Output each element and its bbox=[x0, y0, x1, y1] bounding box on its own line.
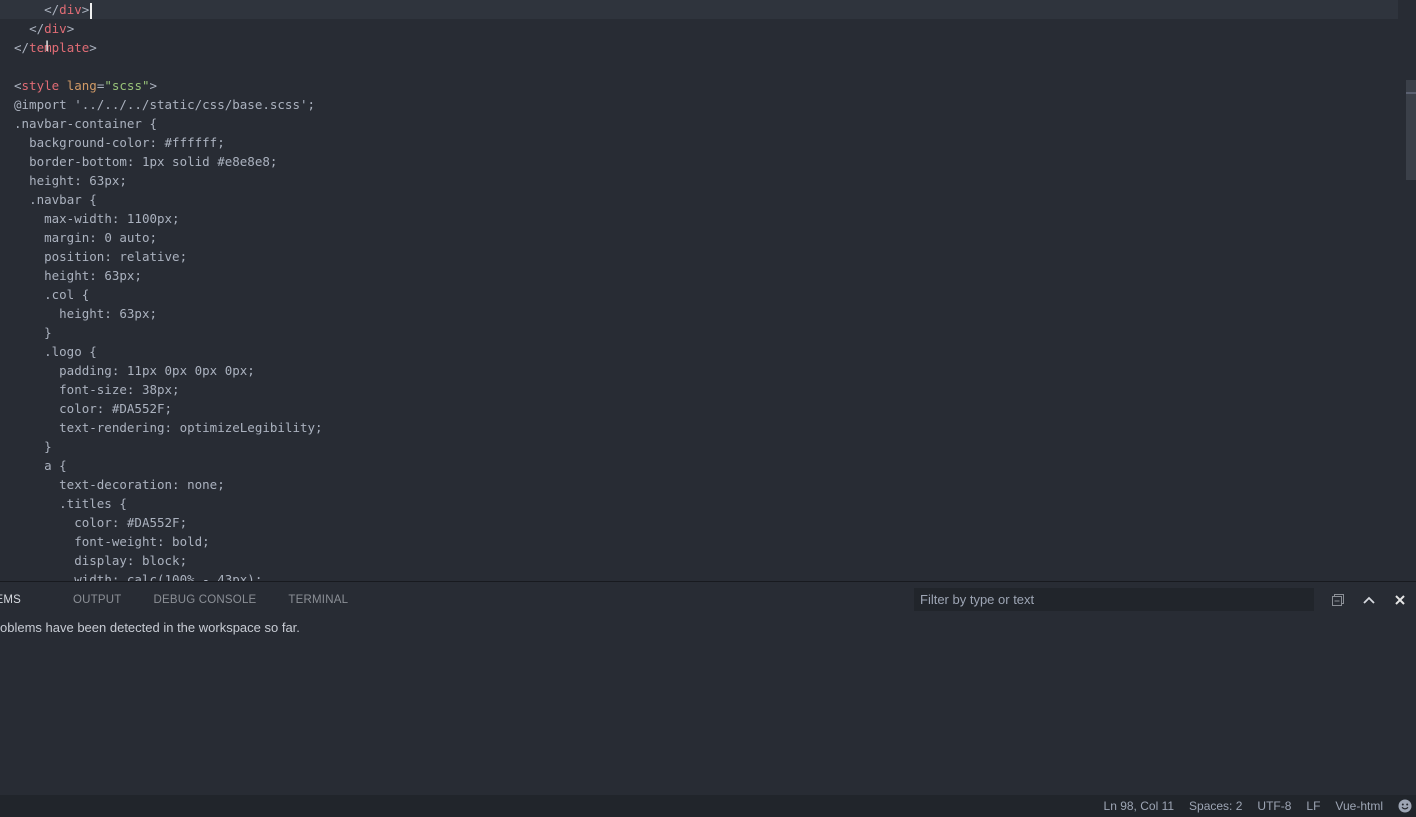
code-token: border-bottom: 1px solid #e8e8e8; bbox=[29, 154, 278, 169]
code-line[interactable] bbox=[14, 57, 1398, 76]
code-line[interactable]: .logo { bbox=[14, 342, 1398, 361]
bottom-panel: EMS OUTPUT DEBUG CONSOLE TERMINAL oblems… bbox=[0, 581, 1416, 796]
status-bar: Ln 98, Col 11 Spaces: 2 UTF-8 LF Vue-htm… bbox=[0, 795, 1416, 817]
code-token: height: 63px; bbox=[29, 173, 127, 188]
code-token: > bbox=[149, 78, 158, 93]
code-token: .navbar { bbox=[29, 192, 97, 207]
code-token: height: 63px; bbox=[59, 306, 157, 321]
code-token: </ bbox=[14, 40, 30, 55]
code-line[interactable]: width: calc(100% - 43px); bbox=[14, 570, 1398, 581]
indentation-setting[interactable]: Spaces: 2 bbox=[1189, 799, 1242, 813]
smiley-icon[interactable] bbox=[1398, 799, 1412, 813]
code-token: .logo { bbox=[44, 344, 97, 359]
code-line[interactable]: max-width: 1100px; bbox=[14, 209, 1398, 228]
code-token: text-decoration: none; bbox=[59, 477, 225, 492]
code-line[interactable]: } bbox=[14, 323, 1398, 342]
code-line[interactable]: text-decoration: none; bbox=[14, 475, 1398, 494]
code-token: margin: 0 auto; bbox=[44, 230, 157, 245]
code-token: </ bbox=[44, 2, 60, 17]
code-line[interactable]: color: #DA552F; bbox=[14, 513, 1398, 532]
code-token: height: 63px; bbox=[44, 268, 142, 283]
code-token: > bbox=[66, 21, 75, 36]
code-token: display: block; bbox=[74, 553, 188, 568]
text-caret bbox=[90, 2, 93, 19]
code-token: style bbox=[21, 78, 60, 93]
code-line[interactable]: .titles { bbox=[14, 494, 1398, 513]
code-line[interactable]: padding: 11px 0px 0px 0px; bbox=[14, 361, 1398, 380]
language-mode[interactable]: Vue-html bbox=[1335, 799, 1383, 813]
scrollbar-cursor-marker bbox=[1406, 92, 1416, 94]
code-line[interactable]: height: 63px; bbox=[14, 266, 1398, 285]
code-token: div bbox=[59, 2, 82, 17]
code-token: </ bbox=[29, 21, 45, 36]
code-line[interactable]: </div> bbox=[0, 0, 1398, 19]
code-line[interactable]: position: relative; bbox=[14, 247, 1398, 266]
code-line[interactable]: color: #DA552F; bbox=[14, 399, 1398, 418]
code-token: > bbox=[89, 40, 97, 55]
code-token: color: #DA552F; bbox=[74, 515, 188, 530]
code-editor[interactable]: </div> </div> </template> <style lang="scs… bbox=[0, 0, 1416, 581]
code-line[interactable]: </div> bbox=[14, 19, 1398, 38]
code-line[interactable]: @import '../../../static/css/base.scss'; bbox=[14, 95, 1398, 114]
code-line[interactable]: text-rendering: optimizeLegibility; bbox=[14, 418, 1398, 437]
line-ending-setting[interactable]: LF bbox=[1306, 799, 1320, 813]
scrollbar-thumb[interactable] bbox=[1406, 80, 1416, 180]
code-token: @import '../../../static/css/base.scss'; bbox=[14, 97, 316, 112]
code-token: .navbar-container { bbox=[14, 116, 157, 131]
collapse-all-icon[interactable] bbox=[1328, 590, 1348, 610]
close-icon[interactable] bbox=[1390, 590, 1410, 610]
code-line[interactable]: margin: 0 auto; bbox=[14, 228, 1398, 247]
text-cursor-ibeam-icon: I bbox=[45, 39, 50, 55]
code-line[interactable]: a { bbox=[14, 456, 1398, 475]
code-line[interactable]: display: block; bbox=[14, 551, 1398, 570]
code-token: .titles { bbox=[59, 496, 127, 511]
code-token: > bbox=[81, 2, 90, 17]
code-token: } bbox=[44, 325, 52, 340]
code-line[interactable]: height: 63px; bbox=[14, 304, 1398, 323]
panel-actions bbox=[1317, 590, 1410, 610]
code-token: } bbox=[44, 439, 52, 454]
code-lines[interactable]: </div> </div> </template> <style lang="scs… bbox=[0, 0, 1398, 581]
tab-terminal[interactable]: TERMINAL bbox=[288, 594, 348, 606]
code-token: width: calc(100% - 43px); bbox=[74, 572, 263, 581]
code-line[interactable]: .navbar-container { bbox=[14, 114, 1398, 133]
code-line[interactable]: border-bottom: 1px solid #e8e8e8; bbox=[14, 152, 1398, 171]
tab-debug-console[interactable]: DEBUG CONSOLE bbox=[153, 594, 256, 606]
editor-scrollbar[interactable] bbox=[1406, 0, 1416, 581]
code-line[interactable]: height: 63px; bbox=[14, 171, 1398, 190]
code-line[interactable]: <style lang="scss"> bbox=[14, 76, 1398, 95]
code-token: "scss" bbox=[104, 78, 150, 93]
problems-filter-input[interactable] bbox=[914, 588, 1314, 611]
code-token: font-size: 38px; bbox=[59, 382, 180, 397]
code-token: a { bbox=[44, 458, 67, 473]
code-line[interactable]: font-weight: bold; bbox=[14, 532, 1398, 551]
code-token: padding: 11px 0px 0px 0px; bbox=[59, 363, 255, 378]
code-line[interactable]: background-color: #ffffff; bbox=[14, 133, 1398, 152]
panel-tabs: EMS OUTPUT DEBUG CONSOLE TERMINAL bbox=[0, 582, 380, 618]
code-line[interactable]: } bbox=[14, 437, 1398, 456]
code-token: background-color: #ffffff; bbox=[29, 135, 225, 150]
problems-message: oblems have been detected in the workspa… bbox=[0, 620, 300, 635]
code-line[interactable]: font-size: 38px; bbox=[14, 380, 1398, 399]
cursor-position[interactable]: Ln 98, Col 11 bbox=[1104, 799, 1175, 813]
code-token: < bbox=[14, 78, 22, 93]
code-token: template bbox=[29, 40, 90, 55]
code-token: .col { bbox=[44, 287, 90, 302]
code-token: text-rendering: optimizeLegibility; bbox=[59, 420, 323, 435]
code-token: font-weight: bold; bbox=[74, 534, 210, 549]
code-line[interactable]: </template> bbox=[14, 38, 1398, 57]
code-token: color: #DA552F; bbox=[59, 401, 173, 416]
encoding-setting[interactable]: UTF-8 bbox=[1257, 799, 1291, 813]
code-token: position: relative; bbox=[44, 249, 188, 264]
code-token: max-width: 1100px; bbox=[44, 211, 180, 226]
code-line[interactable]: .navbar { bbox=[14, 190, 1398, 209]
tab-problems[interactable]: EMS bbox=[0, 594, 21, 606]
chevron-up-icon[interactable] bbox=[1359, 590, 1379, 610]
code-line[interactable]: .col { bbox=[14, 285, 1398, 304]
code-token: div bbox=[44, 21, 67, 36]
code-token: lang bbox=[66, 78, 97, 93]
tab-output[interactable]: OUTPUT bbox=[73, 594, 121, 606]
